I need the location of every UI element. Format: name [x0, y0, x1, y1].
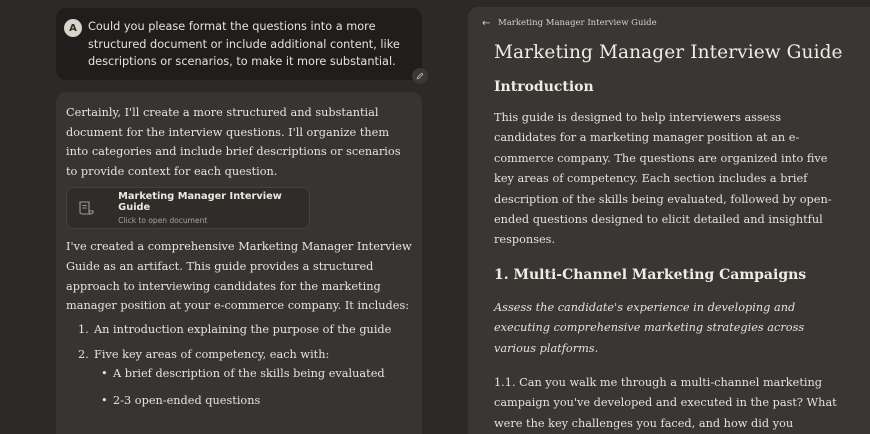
- bullet-item-text: A brief description of the skills being …: [113, 366, 385, 380]
- document-title: Marketing Manager Interview Guide: [494, 42, 843, 63]
- edit-icon[interactable]: [412, 68, 428, 84]
- ordered-list: 1. An introduction explaining the purpos…: [66, 320, 412, 364]
- list-item: 1. An introduction explaining the purpos…: [78, 320, 412, 339]
- assistant-intro-text: Certainly, I'll create a more structured…: [66, 106, 401, 178]
- document-content: Marketing Manager Interview Guide Introd…: [468, 42, 870, 434]
- assistant-message: Certainly, I'll create a more structured…: [56, 92, 422, 434]
- user-message: A Could you please format the questions …: [56, 8, 428, 84]
- document-icon: [77, 198, 96, 218]
- bullet-item: • A brief description of the skills bein…: [101, 364, 412, 383]
- list-item-number: 2.: [78, 347, 89, 361]
- section-heading: 1. Multi-Channel Marketing Campaigns: [494, 266, 807, 283]
- arrow-left-icon[interactable]: ←: [482, 18, 496, 29]
- list-item-text: An introduction explaining the purpose o…: [94, 322, 392, 336]
- artifact-card[interactable]: Marketing Manager Interview Guide Click …: [66, 187, 310, 230]
- artifact-card-subtitle: Click to open document: [118, 216, 208, 226]
- artifact-card-title: Marketing Manager Interview Guide: [118, 191, 282, 214]
- chat-column: A Could you please format the questions …: [0, 0, 440, 434]
- list-item-number: 1.: [78, 322, 89, 336]
- bullet-list: • A brief description of the skills bein…: [66, 364, 412, 410]
- intro-paragraph: This guide is designed to help interview…: [494, 111, 832, 247]
- bullet-item-text: 2-3 open-ended questions: [113, 393, 261, 407]
- bullet-item: • 2-3 open-ended questions: [101, 391, 412, 410]
- assistant-summary-text: I've created a comprehensive Marketing M…: [66, 240, 412, 313]
- question-text: 1.1. Can you walk me through a multi-cha…: [494, 376, 837, 430]
- avatar: A: [64, 19, 82, 37]
- artifact-panel-title: Marketing Manager Interview Guide: [498, 18, 657, 28]
- list-item-text: Five key areas of competency, each with:: [94, 347, 330, 361]
- artifact-panel: ← Marketing Manager Interview Guide Mark…: [468, 7, 870, 434]
- list-item: 2. Five key areas of competency, each wi…: [78, 345, 412, 364]
- intro-heading: Introduction: [494, 79, 594, 95]
- user-message-text: Could you please format the questions in…: [88, 20, 400, 68]
- section-description: Assess the candidate's experience in dev…: [494, 300, 805, 355]
- artifact-panel-header: ← Marketing Manager Interview Guide: [468, 7, 870, 39]
